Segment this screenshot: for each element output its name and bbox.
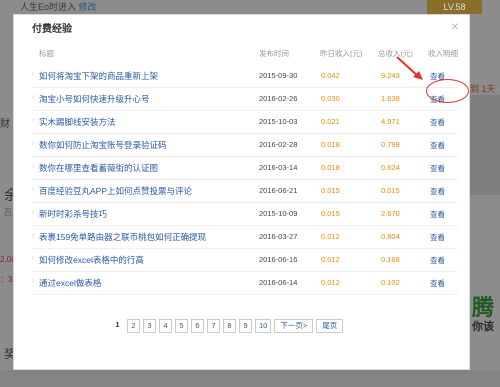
publish-date: 2015-10-03 <box>259 117 298 126</box>
row-arrow-icon: › <box>32 255 35 262</box>
table-row: › 数你在哪里查看蓄薇街的认证图 2016-03-14 0.018 0.624 查看 <box>32 157 457 180</box>
total-income: 0.168 <box>381 255 400 264</box>
background-level-badge: LV.58 <box>427 0 482 14</box>
experience-title-link[interactable]: 数你如何防止淘宝账号登录验证码 <box>39 139 167 151</box>
table-row: › 实木踢脚线安装方法 2015-10-03 0.021 4.971 查看 <box>32 111 457 134</box>
publish-date: 2016-02-28 <box>259 140 298 149</box>
publish-date: 2016-02-26 <box>259 94 298 103</box>
header-income-detail: 收入明细 <box>428 49 458 58</box>
experience-title-link[interactable]: 如何修改excel表格中的行高 <box>39 254 144 266</box>
experience-title-link[interactable]: 实木踢脚线安装方法 <box>39 116 116 128</box>
background-edit-link: 修改 <box>78 2 97 12</box>
background-calendar <box>470 95 500 195</box>
yesterday-income: 0.042 <box>321 71 340 80</box>
pagination-next-button[interactable]: 下一页> <box>274 319 314 333</box>
pagination-page-3[interactable]: 3 <box>143 319 156 333</box>
view-detail-link[interactable]: 查看 <box>430 278 445 289</box>
experience-title-link[interactable]: 数你在哪里查看蓄薇街的认证图 <box>39 162 158 174</box>
table-row: › 淘宝小号如何快速升级升心号 2016-02-26 0.030 1.638 查看 <box>32 88 457 111</box>
row-arrow-icon: › <box>32 209 35 216</box>
yesterday-income: 0.012 <box>321 255 340 264</box>
table-row: › 表裹159免单路由器之联币桃包如何正确提现 2016-03-27 0.012 0.8… <box>32 226 457 249</box>
row-arrow-icon: › <box>32 94 35 101</box>
view-detail-link[interactable]: 查看 <box>430 117 445 128</box>
background-header: 人生Eo时进入 修改 <box>20 0 220 14</box>
publish-date: 2016-06-14 <box>259 278 298 287</box>
header-yesterday-income: 昨日收入(元) <box>320 49 363 58</box>
yesterday-income: 0.015 <box>321 186 340 195</box>
view-detail-link[interactable]: 查看 <box>430 163 445 174</box>
experience-title-link[interactable]: 如何将淘宝下架的商品重新上架 <box>39 70 158 82</box>
row-arrow-icon: › <box>32 71 35 78</box>
total-income: 0.804 <box>381 232 400 241</box>
row-arrow-icon: › <box>32 163 35 170</box>
pagination-current: 1 <box>111 319 124 333</box>
pagination-page-9[interactable]: 9 <box>239 319 252 333</box>
publish-date: 2016-03-14 <box>259 163 298 172</box>
experience-title-link[interactable]: 百度经验豆丸APP上如何点赞投票与评论 <box>39 185 192 197</box>
table-row: › 数你如何防止淘宝账号登录验证码 2016-02-28 0.018 0.798 查看 <box>32 134 457 157</box>
view-detail-link[interactable]: 查看 <box>430 209 445 220</box>
total-income: 0.624 <box>381 163 400 172</box>
experience-title-link[interactable]: 通过excel做表格 <box>39 277 101 289</box>
yesterday-income: 0.015 <box>321 209 340 218</box>
pagination-last-button[interactable]: 尾页 <box>316 319 344 333</box>
yesterday-income: 0.018 <box>321 140 340 149</box>
publish-date: 2016-06-21 <box>259 186 298 195</box>
table-row: › 新时时彩杀号技巧 2015-10-09 0.015 2.670 查看 <box>32 203 457 226</box>
table-row: › 百度经验豆丸APP上如何点赞投票与评论 2016-06-21 0.015 0.015… <box>32 180 457 203</box>
publish-date: 2015-09-30 <box>259 71 298 80</box>
yesterday-income: 0.018 <box>321 163 340 172</box>
table-row: › 如何修改excel表格中的行高 2016-06-16 0.012 0.168 查看 <box>32 249 457 272</box>
publish-date: 2016-03-27 <box>259 232 298 241</box>
paid-experience-dialog: 付费经验 × 标题 发布时间 昨日收入(元) 总收入(元) 收入明细 › 如何将淘… <box>13 14 470 370</box>
experience-title-link[interactable]: 淘宝小号如何快速升级升心号 <box>39 93 150 105</box>
pagination-page-5[interactable]: 5 <box>175 319 188 333</box>
background-right-text: 到 1天 <box>470 84 496 94</box>
pagination: 1 2 3 4 5 6 7 8 9 10 下一页> 尾页 <box>111 319 344 333</box>
yesterday-income: 0.030 <box>321 94 340 103</box>
view-detail-link[interactable]: 查看 <box>430 255 445 266</box>
background-left-text: 财 <box>0 119 10 130</box>
view-detail-link[interactable]: 查看 <box>430 232 445 243</box>
total-income: 0.015 <box>381 186 400 195</box>
experience-title-link[interactable]: 新时时彩杀号技巧 <box>39 208 107 220</box>
row-arrow-icon: › <box>32 140 35 147</box>
pagination-page-4[interactable]: 4 <box>159 319 172 333</box>
view-detail-link[interactable]: 查看 <box>430 186 445 197</box>
total-income: 2.670 <box>381 209 400 218</box>
dialog-title: 付费经验 <box>32 24 72 35</box>
row-arrow-icon: › <box>32 117 35 124</box>
row-arrow-icon: › <box>32 278 35 285</box>
row-arrow-icon: › <box>32 186 35 193</box>
header-title: 标题 <box>39 49 54 58</box>
pagination-page-8[interactable]: 8 <box>223 319 236 333</box>
header-date: 发布时间 <box>259 49 289 58</box>
red-arrow-annotation <box>396 56 423 80</box>
total-income: 4.971 <box>381 117 400 126</box>
pagination-page-7[interactable]: 7 <box>207 319 220 333</box>
close-icon[interactable]: × <box>448 19 462 33</box>
total-income: 1.638 <box>381 94 400 103</box>
publish-date: 2016-06-16 <box>259 255 298 264</box>
yesterday-income: 0.012 <box>321 278 340 287</box>
background-right-small: 你该 <box>472 321 494 333</box>
pagination-page-6[interactable]: 6 <box>191 319 204 333</box>
total-income: 0.798 <box>381 140 400 149</box>
yesterday-income: 0.021 <box>321 117 340 126</box>
total-income: 0.102 <box>381 278 400 287</box>
background-status-text: 人生Eo时进入 <box>20 2 77 12</box>
highlight-circle <box>426 79 469 103</box>
table-row: › 通过excel做表格 2016-06-14 0.012 0.102 查看 <box>32 272 457 295</box>
view-detail-link[interactable]: 查看 <box>430 140 445 151</box>
yesterday-income: 0.012 <box>321 232 340 241</box>
experience-title-link[interactable]: 表裹159免单路由器之联币桃包如何正确提现 <box>39 231 206 243</box>
pagination-page-2[interactable]: 2 <box>127 319 140 333</box>
background-footer <box>0 370 500 387</box>
pagination-page-10[interactable]: 10 <box>255 319 272 333</box>
row-arrow-icon: › <box>32 232 35 239</box>
publish-date: 2015-10-09 <box>259 209 298 218</box>
